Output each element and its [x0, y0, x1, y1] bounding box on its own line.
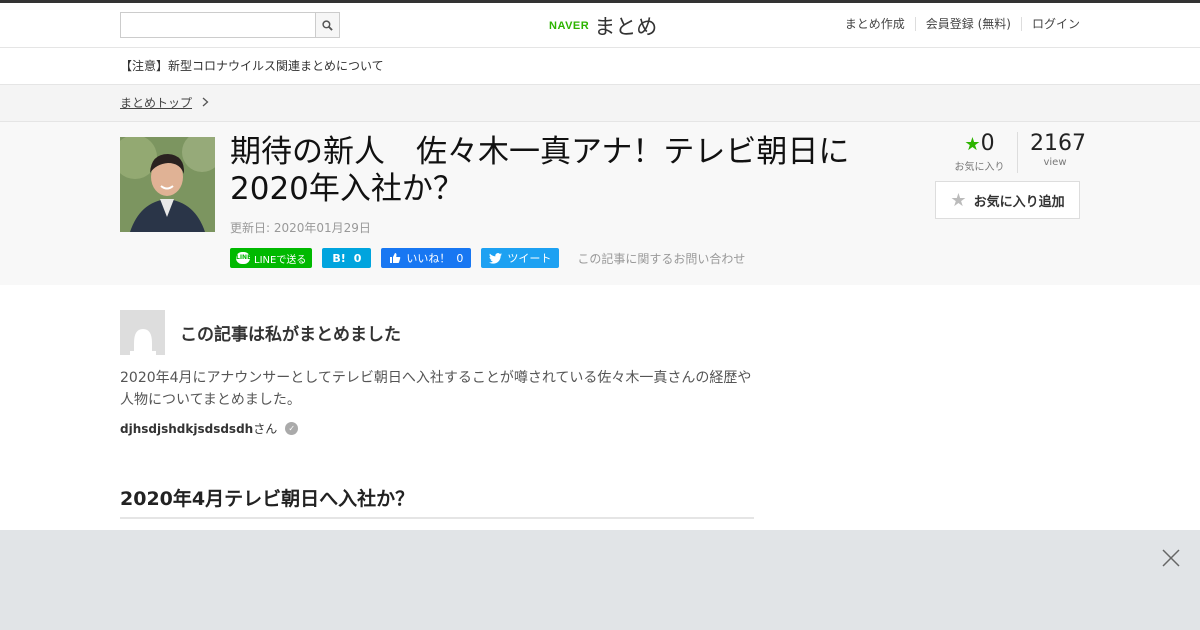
ad-overlay-bar — [0, 530, 1200, 630]
article-contact-link[interactable]: この記事に関するお問い合わせ — [577, 250, 745, 267]
line-share-label: LINEで送る — [254, 254, 307, 266]
tweet-button[interactable]: ツイート — [481, 248, 560, 268]
hatena-count: 0 — [353, 251, 362, 265]
logo-naver: NAVER — [549, 20, 590, 32]
notice-bar: 【注意】新型コロナウイルス関連まとめについて — [0, 48, 1200, 85]
tweet-label: ツイート — [507, 252, 552, 265]
star-outline-icon: ★ — [950, 189, 967, 211]
thumbs-up-icon — [390, 253, 401, 263]
updated-date: 更新日: 2020年01月29日 — [230, 221, 371, 235]
nav-create-matome[interactable]: まとめ作成 — [835, 17, 915, 31]
chevron-right-icon — [202, 86, 209, 122]
breadcrumb: まとめトップ — [0, 85, 1200, 122]
author-suffix: さん — [253, 422, 278, 436]
breadcrumb-top-link[interactable]: まとめトップ — [120, 96, 192, 110]
article-title: 期待の新人 佐々木一真アナ！テレビ朝日に2020年入社か？ — [230, 134, 850, 207]
avatar[interactable] — [120, 310, 165, 355]
section-heading: 2020年4月テレビ朝日へ入社か？ — [120, 484, 754, 519]
favorite-label: お気に入り — [954, 162, 1005, 173]
view-label: view — [1043, 157, 1067, 168]
header-nav: まとめ作成 会員登録 (無料) ログイン — [835, 17, 1080, 31]
author-username-link[interactable]: djhsdjshdkjsdsdsdh — [120, 422, 253, 436]
share-buttons: LINE LINEで送る B! 0 いいね！ 0 ツイート この記事に関するお問… — [230, 248, 745, 268]
site-logo[interactable]: NAVER まとめ — [549, 11, 657, 41]
view-count: 2167 — [1030, 131, 1086, 156]
close-ad-button[interactable] — [1161, 548, 1181, 568]
hatena-bookmark-button[interactable]: B! 0 — [322, 248, 372, 268]
notice-link[interactable]: 【注意】新型コロナウイルス関連まとめについて — [120, 59, 384, 73]
search-box — [120, 12, 340, 38]
line-icon: LINE — [236, 252, 251, 264]
article-description: 2020年4月にアナウンサーとしてテレビ朝日へ入社することが噂されている佐々木一… — [120, 370, 752, 408]
article-header: 期待の新人 佐々木一真アナ！テレビ朝日に2020年入社か？ 更新日: 2020年… — [0, 122, 1200, 285]
search-input[interactable] — [120, 12, 315, 38]
add-favorite-button[interactable]: ★ お気に入り追加 — [935, 181, 1080, 219]
facebook-like-label: いいね！ — [406, 252, 451, 265]
search-icon — [322, 19, 333, 31]
verified-check-icon: ✓ — [285, 422, 299, 435]
line-share-button[interactable]: LINE LINEで送る — [230, 248, 313, 268]
star-icon: ★ — [964, 134, 981, 155]
add-favorite-label: お気に入り追加 — [973, 194, 1065, 210]
favorite-stat: ★0 お気に入り — [954, 132, 1018, 173]
author-name: djhsdjshdkjsdsdsdh さん ✓ — [120, 420, 299, 437]
article-stats: ★0 お気に入り 2167 view — [954, 131, 1086, 173]
author-heading: この記事は私がまとめました — [180, 325, 401, 345]
favorite-count: 0 — [980, 131, 995, 156]
site-header: NAVER まとめ まとめ作成 会員登録 (無料) ログイン — [0, 3, 1200, 48]
nav-register[interactable]: 会員登録 (無料) — [914, 17, 1021, 31]
search-button[interactable] — [315, 12, 340, 38]
hatena-icon: B! — [332, 251, 346, 265]
default-user-icon — [129, 329, 156, 355]
author-block: この記事は私がまとめました — [120, 310, 754, 355]
article-thumbnail — [120, 137, 215, 232]
close-icon — [1162, 549, 1180, 567]
view-stat: 2167 view — [1030, 131, 1086, 173]
facebook-like-button[interactable]: いいね！ 0 — [381, 248, 472, 268]
facebook-like-count: 0 — [456, 251, 464, 265]
twitter-bird-icon — [489, 252, 503, 264]
logo-matome: まとめ — [594, 15, 658, 39]
nav-login[interactable]: ログイン — [1020, 17, 1080, 31]
